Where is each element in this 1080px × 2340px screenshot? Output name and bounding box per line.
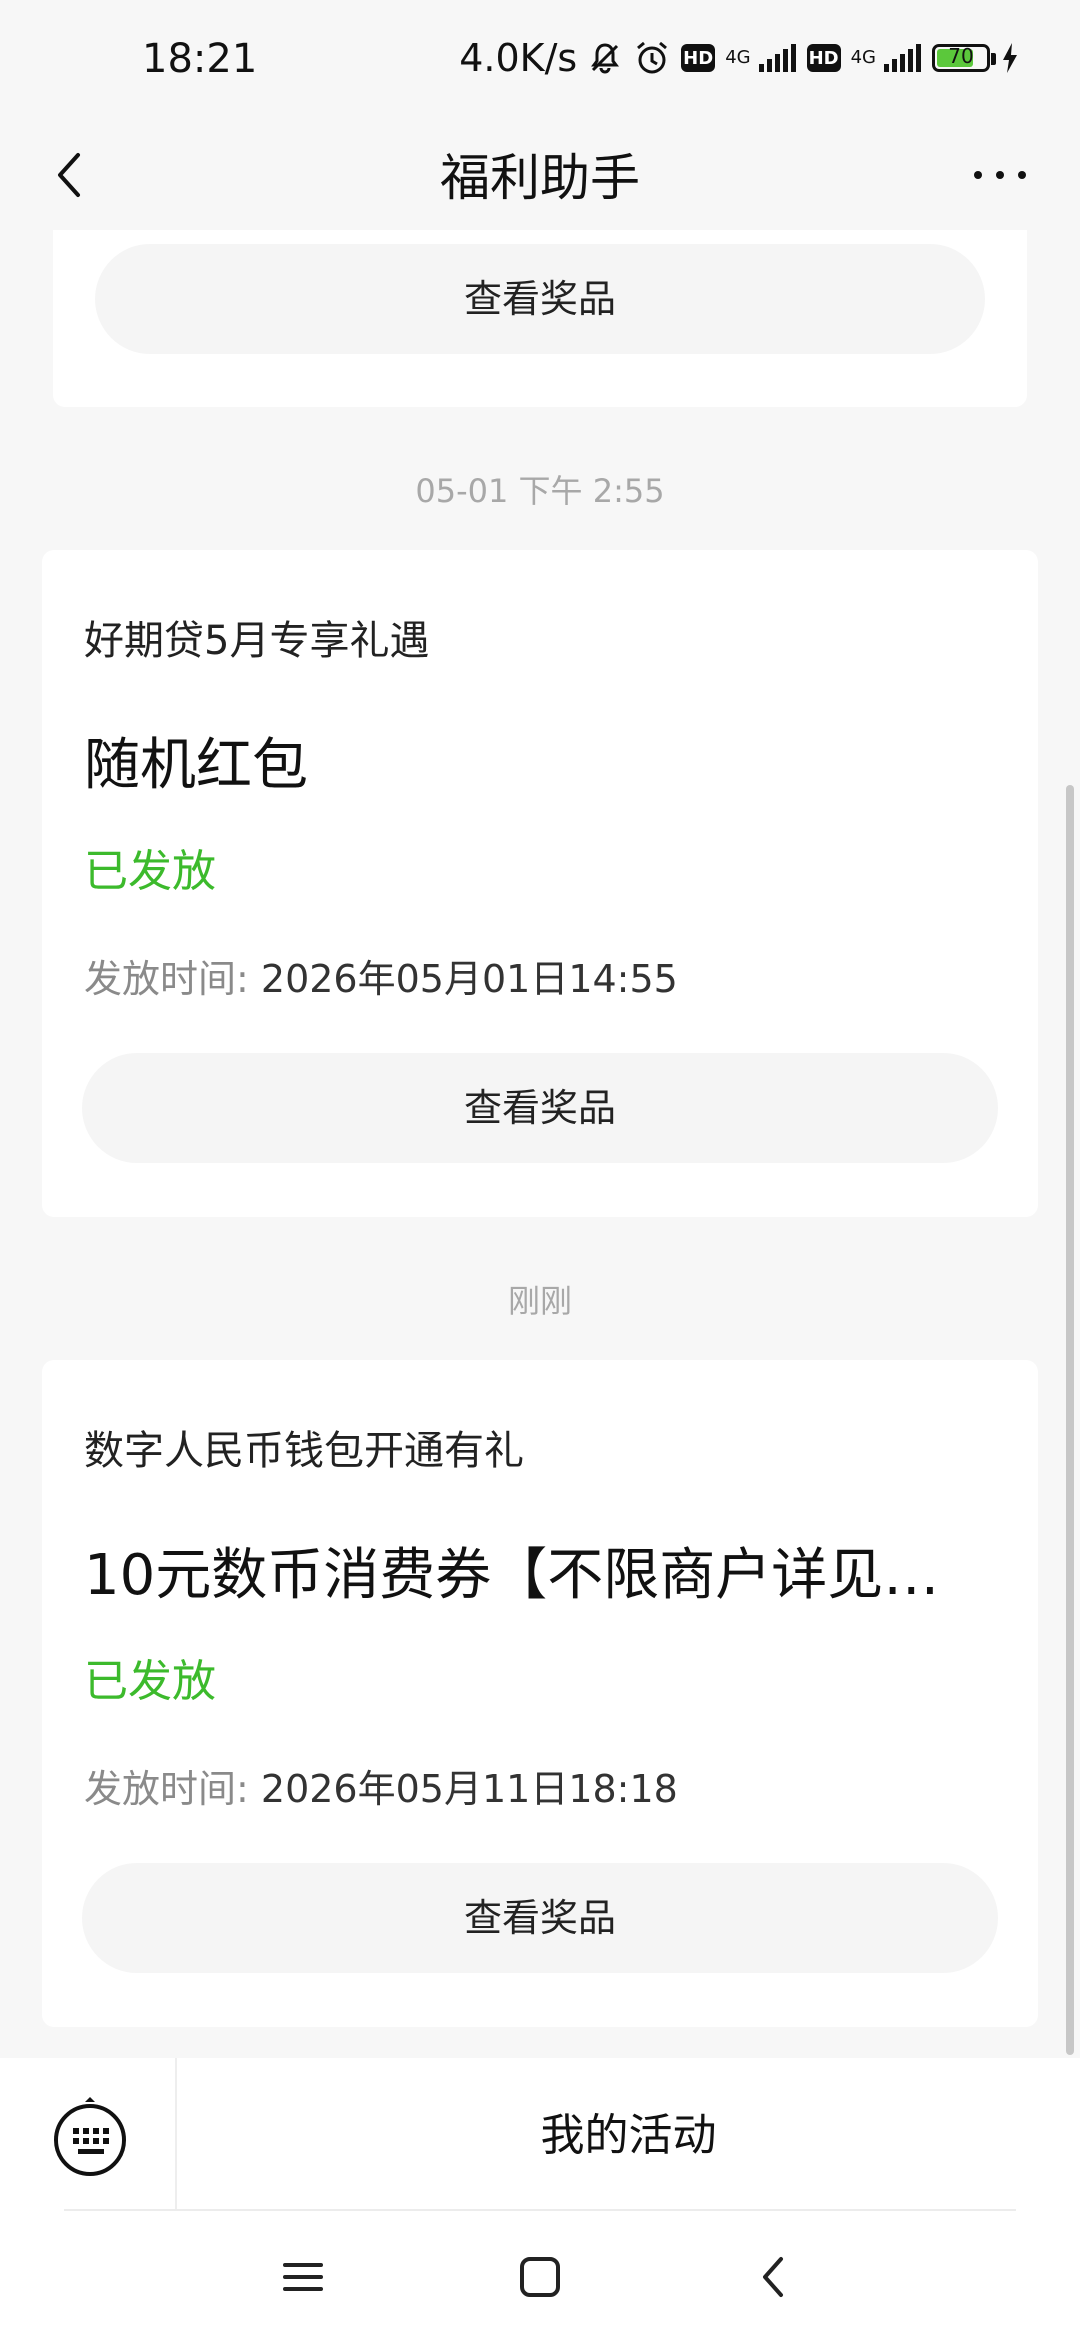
card-title: 10元数币消费券【不限商户详见使… [84,1543,994,1608]
page-title: 福利助手 [440,149,640,207]
network-type: 4G [725,47,751,68]
charging-icon [1000,41,1020,75]
card-title: 随机红包 [84,733,308,798]
status-time: 18:21 [142,36,258,82]
view-prize-button[interactable]: 查看奖品 [82,1863,998,1973]
issue-time-value: 2026年05月11日18:18 [260,1767,678,1811]
nav-bar: 福利助手 [0,130,1080,230]
reward-card: 查看奖品 [53,230,1027,407]
alarm-icon [633,39,671,77]
system-back-button[interactable] [745,2247,805,2307]
issue-time-value: 2026年05月01日14:55 [260,957,678,1001]
home-square-icon [520,2257,560,2297]
battery-level: 70 [948,44,974,68]
status-label: 已发放 [84,846,216,897]
battery-icon: 70 [932,44,996,72]
mute-bell-icon [587,40,623,76]
card-subtitle: 数字人民币钱包开通有礼 [84,1428,524,1474]
view-prize-button[interactable]: 查看奖品 [82,1053,998,1163]
my-activities-menu[interactable]: 我的活动 [177,2058,1080,2213]
issue-time-label: 发放时间: [84,1767,249,1811]
hd-badge: HD [806,44,841,72]
network-speed: 4.0K/s [459,36,578,80]
scrollbar[interactable] [1066,785,1074,2055]
issue-time-label: 发放时间: [84,957,249,1001]
card-subtitle: 好期贷5月专享礼遇 [84,618,430,664]
home-button[interactable] [510,2247,570,2307]
message-timestamp: 05-01 下午 2:55 [415,472,665,510]
reward-card: 好期贷5月专享礼遇 随机红包 已发放 发放时间: 2026年05月01日14:5… [42,550,1038,1217]
keyboard-toggle-button[interactable] [50,2096,130,2176]
menu-lines-icon [283,2263,323,2291]
system-nav-bar [0,2211,1080,2340]
back-chevron-icon [763,2257,783,2297]
status-icons: 4.0K/s HD 4G HD 4G 70 [459,36,1020,80]
recents-button[interactable] [273,2247,333,2307]
more-dots-icon [974,171,1026,179]
message-timestamp: 刚刚 [507,1282,572,1320]
signal-icon [882,42,922,74]
issue-time: 发放时间: 2026年05月11日18:18 [84,1758,678,1813]
more-button[interactable] [960,140,1040,210]
hd-badge: HD [681,44,716,72]
bottom-menu-bar: 我的活动 [0,2058,1080,2213]
reward-card: 数字人民币钱包开通有礼 10元数币消费券【不限商户详见使… 已发放 发放时间: … [42,1360,1038,2027]
view-prize-button[interactable]: 查看奖品 [95,244,985,354]
keyboard-icon [54,2097,126,2176]
issue-time: 发放时间: 2026年05月01日14:55 [84,948,678,1003]
status-label: 已发放 [84,1656,216,1707]
network-type: 4G [850,47,876,68]
status-bar: 18:21 4.0K/s HD 4G HD 4G 70 [0,0,1080,130]
signal-icon [757,42,797,74]
